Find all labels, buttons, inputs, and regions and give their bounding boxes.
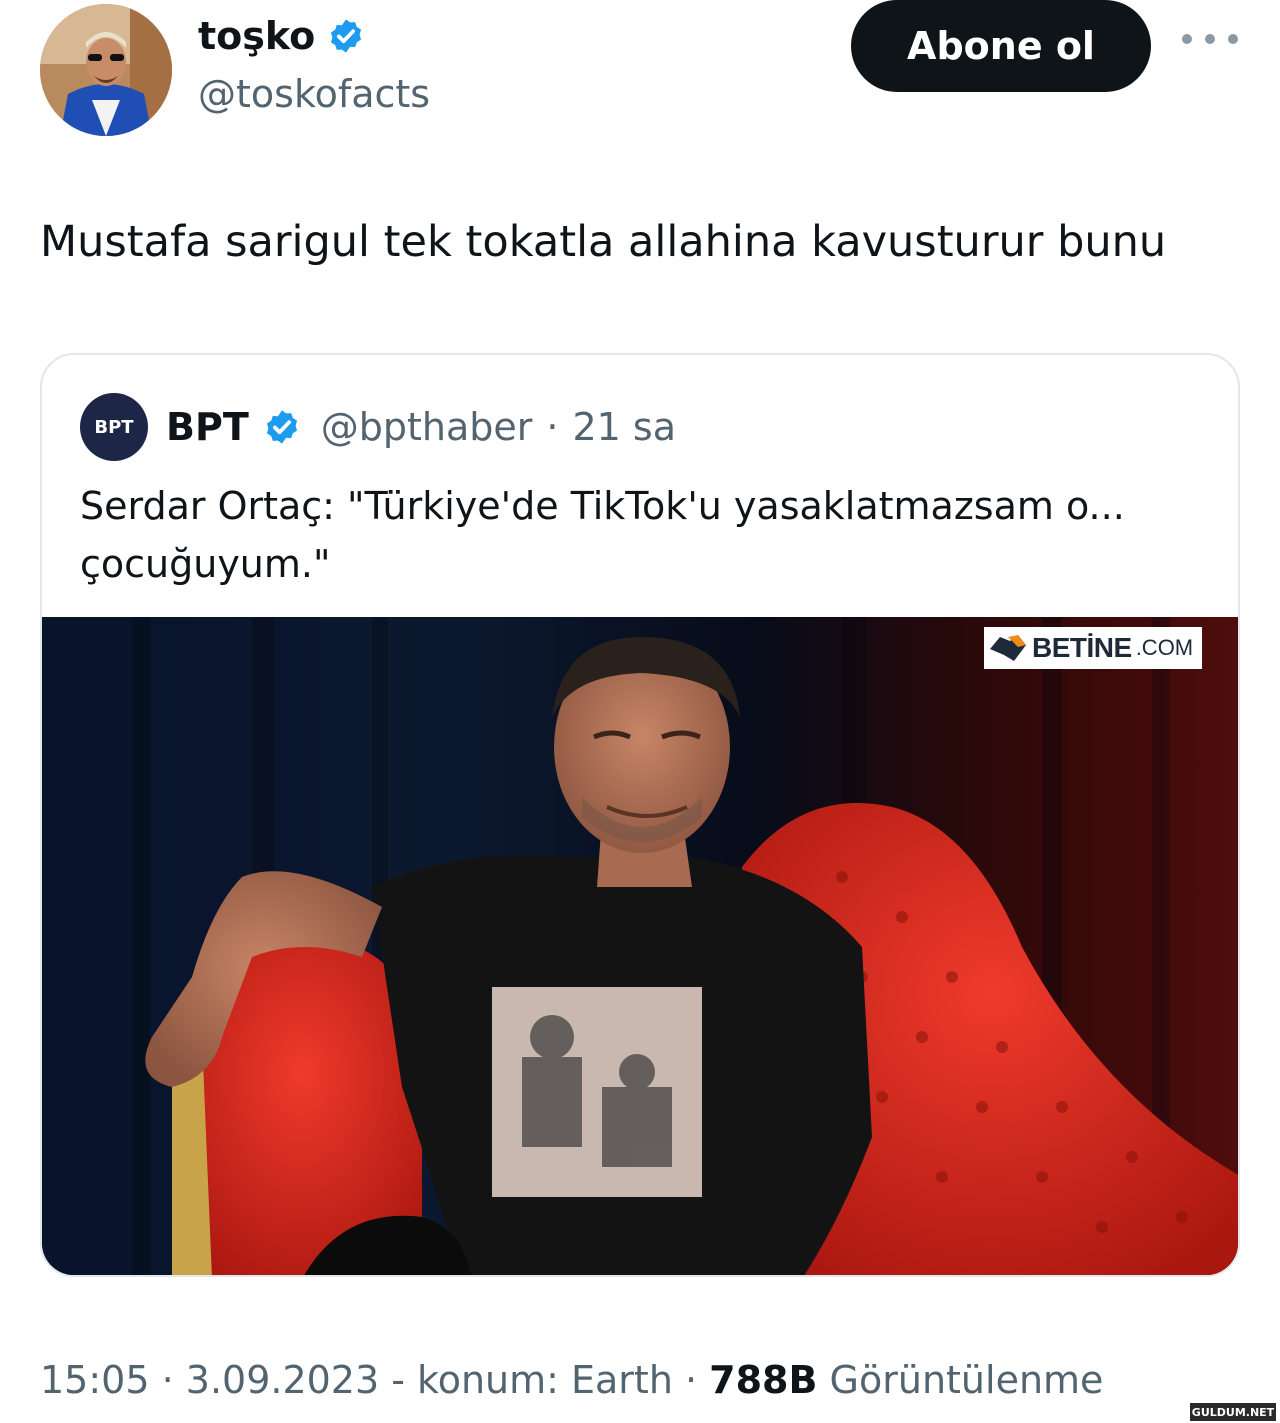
watermark-logo: BETİNE .COM	[984, 627, 1202, 669]
verified-badge-icon	[266, 410, 297, 444]
quoted-tweet-time[interactable]: 21 sa	[572, 405, 676, 449]
tweet-location: - konum: Earth	[379, 1358, 673, 1402]
more-options-icon[interactable]	[1182, 22, 1238, 56]
quoted-tweet-image[interactable]: BETİNE .COM	[42, 617, 1238, 1275]
dot	[1228, 34, 1238, 44]
separator-dot: ·	[149, 1358, 186, 1402]
follow-button[interactable]: Abone ol	[851, 0, 1151, 92]
author-handle[interactable]: @toskofacts	[198, 72, 430, 116]
quoted-tweet-text: Serdar Ortaç: "Türkiye'de TikTok'u yasak…	[80, 484, 1125, 586]
dot	[1205, 34, 1215, 44]
photo-man-on-red-sofa	[42, 617, 1238, 1275]
separator-dot: ·	[672, 1358, 710, 1402]
tweet-header: toşko @toskofacts Abone ol	[40, 0, 1240, 140]
quoted-tweet[interactable]: BPT BPT @bpthaber · 21 sa Serdar Ortaç: …	[40, 353, 1240, 1277]
separator-dot: ·	[546, 405, 559, 449]
verified-badge-icon	[331, 19, 362, 53]
author-name-row: toşko	[198, 14, 365, 58]
dot	[1182, 34, 1192, 44]
tweet-time[interactable]: 15:05	[40, 1358, 150, 1402]
quoted-tweet-header: BPT BPT @bpthaber · 21 sa	[80, 393, 676, 461]
watermark-suffix: .COM	[1135, 635, 1194, 660]
tweet-meta: 15:05 · 3.09.2023 - konum: Earth · 788B …	[40, 1358, 1103, 1402]
site-watermark: GULDUM.NET	[1190, 1403, 1276, 1421]
quoted-author-avatar[interactable]: BPT	[80, 393, 148, 461]
tweet-text: Mustafa sarigul tek tokatla allahina kav…	[40, 217, 1167, 267]
author-display-name[interactable]: toşko	[198, 14, 315, 58]
watermark-text: BETİNE	[1032, 632, 1132, 663]
views-label: Görüntülenme	[817, 1358, 1104, 1402]
avatar-photo	[40, 4, 172, 136]
author-avatar[interactable]	[40, 4, 172, 136]
handshake-icon	[990, 635, 1026, 661]
tweet-date[interactable]: 3.09.2023	[186, 1358, 379, 1402]
quoted-author-handle[interactable]: @bpthaber	[321, 405, 533, 449]
views-count[interactable]: 788B	[709, 1358, 817, 1402]
quoted-author-name[interactable]: BPT	[166, 405, 249, 449]
